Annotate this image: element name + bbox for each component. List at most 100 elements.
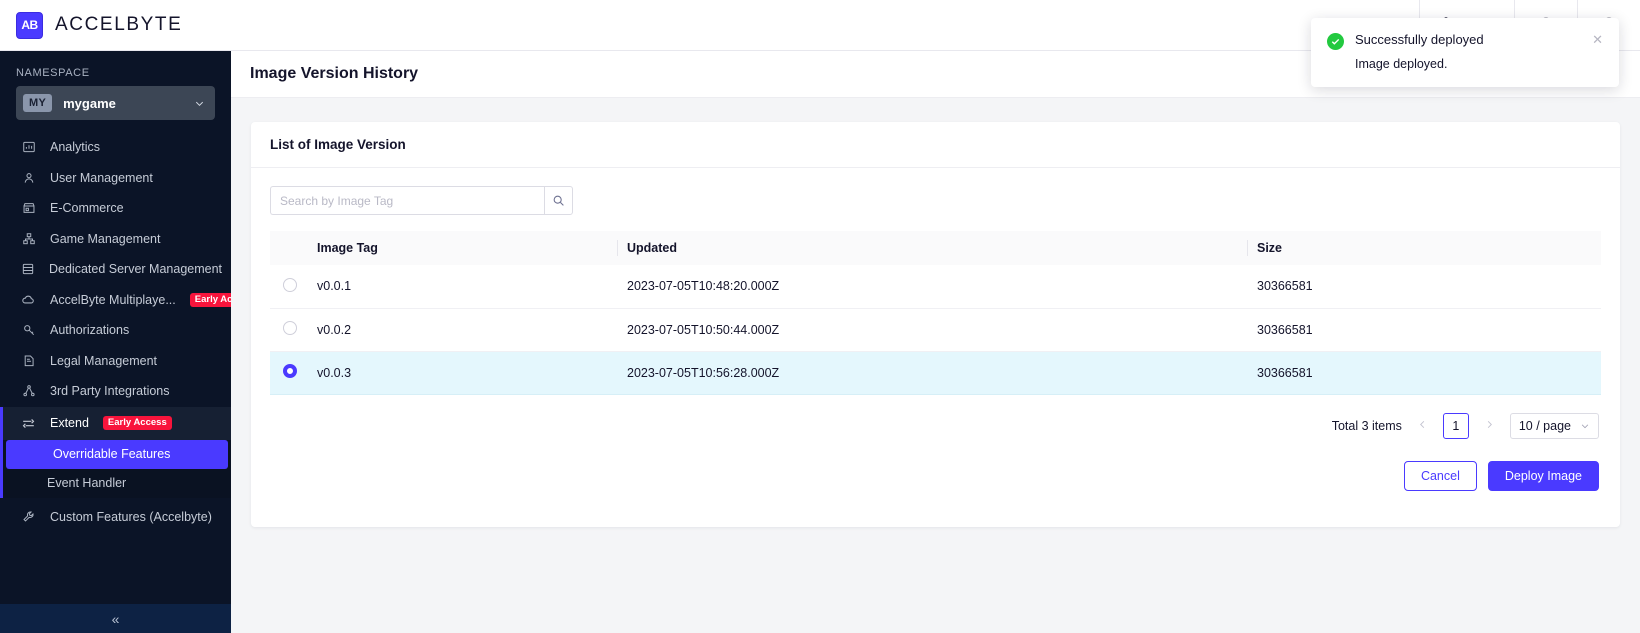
cloud-icon <box>21 292 36 307</box>
page-size-value: 10 / page <box>1518 418 1571 433</box>
search-input[interactable] <box>270 186 544 215</box>
pagination-total: Total 3 items <box>1331 418 1402 433</box>
cell-size: 30366581 <box>1247 351 1601 395</box>
brand[interactable]: AB ACCELBYTE <box>0 11 242 39</box>
sidebar-item-accelbyte-multiplayer[interactable]: AccelByte Multiplaye... Early Access <box>0 285 231 316</box>
table-row[interactable]: v0.0.2 2023-07-05T10:50:44.000Z 30366581 <box>270 308 1601 352</box>
sidebar-item-label: Extend <box>50 416 89 430</box>
sidebar-item-user-management[interactable]: User Management <box>0 163 231 194</box>
sidebar-nav: Analytics User Management E-Commerce Gam… <box>0 132 231 604</box>
app-root: AB ACCELBYTE Platfo <box>0 0 1640 633</box>
sidebar-subnav-extend: Overridable Features Event Handler <box>0 439 231 498</box>
sidebar-item-game-management[interactable]: Game Management <box>0 224 231 255</box>
row-select-cell[interactable] <box>270 308 307 352</box>
cell-updated: 2023-07-05T10:50:44.000Z <box>617 308 1247 352</box>
namespace-selector[interactable]: MY mygame <box>16 86 215 120</box>
cell-image-tag: v0.0.3 <box>307 351 617 395</box>
cancel-button[interactable]: Cancel <box>1403 460 1477 491</box>
row-select-cell[interactable] <box>270 351 307 395</box>
cell-size: 30366581 <box>1247 308 1601 352</box>
table-row[interactable]: v0.0.3 2023-07-05T10:56:28.000Z 30366581 <box>270 351 1601 395</box>
sidebar-item-custom-features[interactable]: Custom Features (Accelbyte) <box>0 502 231 533</box>
sidebar-item-label: Game Management <box>50 231 161 246</box>
search-container <box>270 186 573 215</box>
deploy-image-button[interactable]: Deploy Image <box>1487 460 1599 491</box>
namespace-value: mygame <box>63 95 116 111</box>
image-version-table: Image Tag Updated Size v0.0.1 2023-07-05… <box>270 231 1601 395</box>
sidebar-item-3rd-party-integrations[interactable]: 3rd Party Integrations <box>0 376 231 407</box>
success-check-icon <box>1327 33 1344 50</box>
row-radio-button[interactable] <box>283 364 297 378</box>
search-icon <box>552 194 565 207</box>
sidebar: NAMESPACE MY mygame Analytics User Manag… <box>0 51 231 633</box>
sidebar-item-label: Authorizations <box>50 323 130 338</box>
search-button[interactable] <box>544 186 573 215</box>
sidebar-item-label: Custom Features (Accelbyte) <box>50 509 212 524</box>
sidebar-item-authorizations[interactable]: Authorizations <box>0 315 231 346</box>
sidebar-item-legal-management[interactable]: Legal Management <box>0 346 231 377</box>
row-select-cell[interactable] <box>270 265 307 309</box>
table-body: v0.0.1 2023-07-05T10:48:20.000Z 30366581… <box>270 265 1601 395</box>
card-body: Image Tag Updated Size v0.0.1 <box>251 168 1620 527</box>
th-updated: Updated <box>617 231 1247 265</box>
page-title: Image Version History <box>250 65 419 82</box>
toast-notification: Successfully deployed ✕ Image deployed. <box>1311 18 1619 87</box>
wrench-icon <box>21 510 36 524</box>
card-title: List of Image Version <box>251 122 1620 168</box>
sliders-icon <box>21 416 36 431</box>
sidebar-item-label: Dedicated Server Management <box>49 262 223 277</box>
close-icon[interactable]: ✕ <box>1592 33 1603 46</box>
sidebar-item-label: Analytics <box>50 140 101 155</box>
sidebar-item-analytics[interactable]: Analytics <box>0 132 231 163</box>
sidebar-collapse-button[interactable]: « <box>0 604 231 633</box>
sidebar-item-e-commerce[interactable]: E-Commerce <box>0 193 231 224</box>
pagination-page-1[interactable]: 1 <box>1442 412 1469 439</box>
sidebar-item-label: User Management <box>50 170 153 185</box>
server-icon <box>21 262 35 276</box>
pagination-prev-button[interactable] <box>1415 418 1430 433</box>
table-header: Image Tag Updated Size <box>270 231 1601 265</box>
double-chevron-left-icon: « <box>111 610 120 627</box>
sidebar-subitem-label: Overridable Features <box>53 447 171 461</box>
cell-image-tag: v0.0.1 <box>307 265 617 309</box>
user-icon <box>21 171 36 185</box>
sidebar-item-event-handler[interactable]: Event Handler <box>0 469 231 498</box>
sidebar-item-label: Legal Management <box>50 353 158 368</box>
image-version-card: List of Image Version Search by Image Ta… <box>251 122 1620 527</box>
cell-updated: 2023-07-05T10:48:20.000Z <box>617 265 1247 309</box>
sidebar-subitem-label: Event Handler <box>47 476 127 490</box>
toast-description: Image deployed. <box>1355 57 1448 71</box>
sidebar-item-overridable-features[interactable]: Overridable Features <box>6 439 228 469</box>
sidebar-item-dedicated-server-management[interactable]: Dedicated Server Management <box>0 254 231 285</box>
action-buttons: Cancel Deploy Image <box>270 443 1601 513</box>
early-access-badge: Early Access <box>189 292 231 307</box>
page-size-selector[interactable]: 10 / page <box>1509 412 1599 439</box>
table-row[interactable]: v0.0.1 2023-07-05T10:48:20.000Z 30366581 <box>270 265 1601 309</box>
early-access-badge: Early Access <box>102 415 172 431</box>
sidebar-item-label: AccelByte Multiplaye... <box>50 292 176 307</box>
th-image-tag: Image Tag <box>307 231 617 265</box>
document-icon <box>21 354 36 368</box>
chevron-down-icon <box>1580 421 1590 431</box>
namespace-label: NAMESPACE <box>16 67 90 79</box>
bar-chart-icon <box>21 140 36 154</box>
cell-size: 30366581 <box>1247 265 1601 309</box>
accelbyte-logo-icon: AB <box>16 11 43 39</box>
key-icon <box>21 323 36 337</box>
store-icon <box>21 201 36 215</box>
chevron-down-icon <box>194 98 205 109</box>
toast-title: Successfully deployed <box>1355 32 1484 47</box>
main-content: Image Version History List of Image Vers… <box>231 51 1640 633</box>
pagination-next-button[interactable] <box>1482 418 1497 433</box>
sitemap-icon <box>21 232 36 246</box>
toast-header: Successfully deployed ✕ <box>1327 32 1603 50</box>
row-radio-button[interactable] <box>283 277 297 292</box>
pagination: Total 3 items 1 10 / page <box>270 395 1601 443</box>
sidebar-item-label: 3rd Party Integrations <box>50 384 170 399</box>
namespace-badge: MY <box>23 94 53 112</box>
th-select <box>270 231 307 265</box>
share-icon <box>21 384 36 398</box>
table-header-row: Image Tag Updated Size <box>270 231 1601 265</box>
row-radio-button[interactable] <box>283 321 297 335</box>
sidebar-item-extend[interactable]: Extend Early Access <box>0 406 231 440</box>
